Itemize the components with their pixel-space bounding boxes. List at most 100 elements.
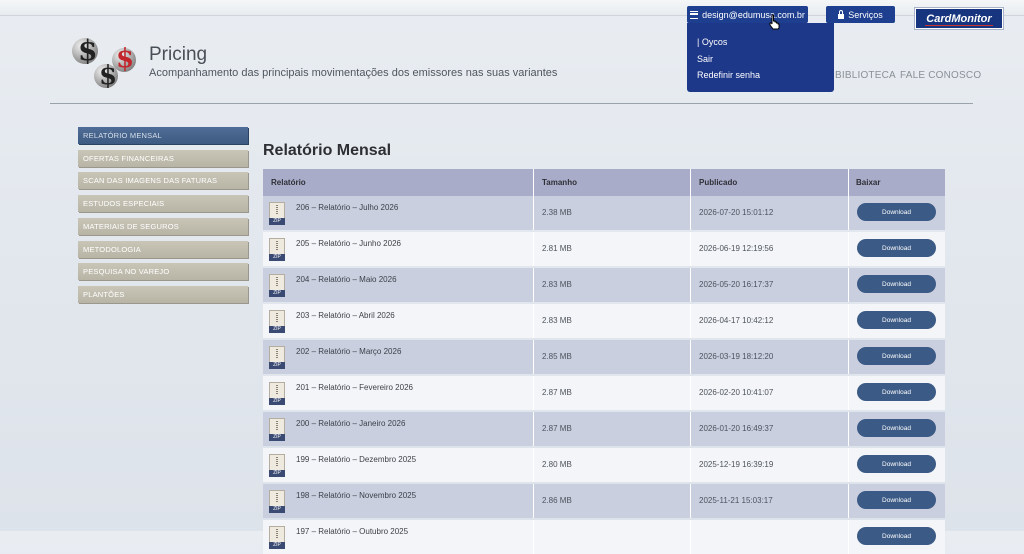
- file-type-label: ZIP: [269, 290, 285, 297]
- page-subtitle: Acompanhamento das principais movimentaç…: [149, 67, 558, 79]
- report-published: 2026-07-20 15:01:12: [699, 208, 774, 217]
- services-button[interactable]: Serviços: [826, 6, 895, 23]
- report-name[interactable]: 205 – Relatório – Junho 2026: [296, 239, 401, 248]
- zip-file-icon: ZIP: [269, 202, 285, 225]
- download-button[interactable]: Download: [857, 203, 936, 221]
- dropdown-item-sair[interactable]: Sair: [697, 54, 713, 64]
- column-divider: [848, 169, 849, 196]
- download-button[interactable]: Download: [857, 419, 936, 437]
- report-name[interactable]: 206 – Relatório – Julho 2026: [296, 203, 398, 212]
- pricing-logo-icon: $ $ $: [72, 34, 138, 94]
- column-divider: [533, 196, 534, 230]
- report-size: 2.83 MB: [542, 316, 572, 325]
- menu-icon: [690, 10, 699, 19]
- column-divider: [848, 484, 849, 518]
- column-divider: [533, 520, 534, 554]
- sidebar-item-scan-imagens-faturas[interactable]: SCAN DAS IMAGENS DAS FATURAS: [78, 172, 248, 189]
- file-type-label: ZIP: [269, 506, 285, 513]
- report-size: 2.85 MB: [542, 352, 572, 361]
- report-published: 2026-02-20 10:41:07: [699, 388, 774, 397]
- column-divider: [690, 376, 691, 410]
- report-published: 2026-05-20 16:17:37: [699, 280, 774, 289]
- sidebar-item-plantoes[interactable]: PLANTÕES: [78, 286, 248, 303]
- column-divider: [848, 268, 849, 302]
- column-header-publicado: Publicado: [699, 178, 738, 187]
- report-name[interactable]: 202 – Relatório – Março 2026: [296, 347, 401, 356]
- file-type-label: ZIP: [269, 326, 285, 333]
- column-header-baixar: Baixar: [856, 178, 881, 187]
- download-button[interactable]: Download: [857, 347, 936, 365]
- nav-fale-conosco[interactable]: FALE CONOSCO: [900, 70, 981, 81]
- sidebar-item-ofertas-financeiras[interactable]: OFERTAS FINANCEIRAS: [78, 150, 248, 167]
- file-type-label: ZIP: [269, 254, 285, 261]
- sidebar-item-pesquisa-varejo[interactable]: PESQUISA NO VAREJO: [78, 263, 248, 280]
- download-button[interactable]: Download: [857, 239, 936, 257]
- column-divider: [533, 169, 534, 196]
- user-menu-button[interactable]: design@edumusa.com.br: [687, 6, 808, 23]
- table-row: ZIP 200 – Relatório – Janeiro 2026 2.87 MB…: [263, 412, 945, 446]
- report-size: 2.86 MB: [542, 496, 572, 505]
- download-button[interactable]: Download: [857, 527, 936, 545]
- sidebar-item-estudos-especiais[interactable]: ESTUDOS ESPECIAIS: [78, 195, 248, 212]
- zip-file-icon: ZIP: [269, 238, 285, 261]
- column-divider: [690, 196, 691, 230]
- column-divider: [533, 232, 534, 266]
- report-name[interactable]: 201 – Relatório – Fevereiro 2026: [296, 383, 413, 392]
- download-button[interactable]: Download: [857, 311, 936, 329]
- report-size: 2.83 MB: [542, 280, 572, 289]
- file-type-label: ZIP: [269, 470, 285, 477]
- table-row: ZIP 201 – Relatório – Fevereiro 2026 2.87 …: [263, 376, 945, 410]
- file-type-label: ZIP: [269, 218, 285, 225]
- section-title: Relatório Mensal: [263, 142, 392, 159]
- user-dropdown-menu: | Oycos Sair Redefinir senha: [687, 23, 834, 92]
- lock-icon: [838, 9, 845, 19]
- cardmonitor-logo[interactable]: CardMonitor: [914, 7, 1004, 30]
- dropdown-item-redefinir-senha[interactable]: Redefinir senha: [697, 70, 760, 80]
- table-row: ZIP 205 – Relatório – Junho 2026 2.81 MB 20…: [263, 232, 945, 266]
- nav-biblioteca[interactable]: BIBLIOTECA: [835, 70, 896, 81]
- zip-file-icon: ZIP: [269, 418, 285, 441]
- report-published: 2026-04-17 10:42:12: [699, 316, 774, 325]
- report-size: 2.87 MB: [542, 424, 572, 433]
- table-row: ZIP 203 – Relatório – Abril 2026 2.83 MB 20…: [263, 304, 945, 338]
- column-divider: [533, 340, 534, 374]
- download-button[interactable]: Download: [857, 491, 936, 509]
- dropdown-item-oycos[interactable]: | Oycos: [697, 37, 727, 47]
- report-published: 2025-11-21 15:03:17: [699, 496, 773, 505]
- download-button[interactable]: Download: [857, 455, 936, 473]
- file-type-label: ZIP: [269, 362, 285, 369]
- column-header-relatorio: Relatório: [271, 178, 306, 187]
- report-name[interactable]: 200 – Relatório – Janeiro 2026: [296, 419, 405, 428]
- report-size: 2.80 MB: [542, 460, 572, 469]
- column-divider: [848, 232, 849, 266]
- report-size: 2.38 MB: [542, 208, 572, 217]
- table-row: ZIP 199 – Relatório – Dezembro 2025 2.80 M…: [263, 448, 945, 482]
- column-divider: [690, 304, 691, 338]
- report-published: 2026-06-19 12:19:56: [699, 244, 774, 253]
- column-divider: [690, 340, 691, 374]
- zip-file-icon: ZIP: [269, 382, 285, 405]
- report-name[interactable]: 197 – Relatório – Outubro 2025: [296, 527, 408, 536]
- column-divider: [690, 520, 691, 554]
- sidebar-item-metodologia[interactable]: METODOLOGIA: [78, 241, 248, 258]
- column-header-tamanho: Tamanho: [542, 178, 577, 187]
- report-published: 2025-12-19 16:39:19: [699, 460, 774, 469]
- sidebar-item-relatorio-mensal[interactable]: RELATÓRIO MENSAL: [78, 127, 248, 144]
- report-size: 2.87 MB: [542, 388, 572, 397]
- report-name[interactable]: 199 – Relatório – Dezembro 2025: [296, 455, 416, 464]
- column-divider: [690, 412, 691, 446]
- table-row: ZIP 206 – Relatório – Julho 2026 2.38 MB 20…: [263, 196, 945, 230]
- report-published: 2026-01-20 16:49:37: [699, 424, 774, 433]
- sidebar-item-materiais-seguros[interactable]: MATERIAIS DE SEGUROS: [78, 218, 248, 235]
- column-divider: [533, 412, 534, 446]
- zip-file-icon: ZIP: [269, 454, 285, 477]
- column-divider: [848, 340, 849, 374]
- report-name[interactable]: 203 – Relatório – Abril 2026: [296, 311, 395, 320]
- report-name[interactable]: 204 – Relatório – Maio 2026: [296, 275, 397, 284]
- column-divider: [533, 376, 534, 410]
- download-button[interactable]: Download: [857, 383, 936, 401]
- download-button[interactable]: Download: [857, 275, 936, 293]
- table-row: ZIP 197 – Relatório – Outubro 2025 Downloa…: [263, 520, 945, 554]
- zip-file-icon: ZIP: [269, 346, 285, 369]
- report-name[interactable]: 198 – Relatório – Novembro 2025: [296, 491, 416, 500]
